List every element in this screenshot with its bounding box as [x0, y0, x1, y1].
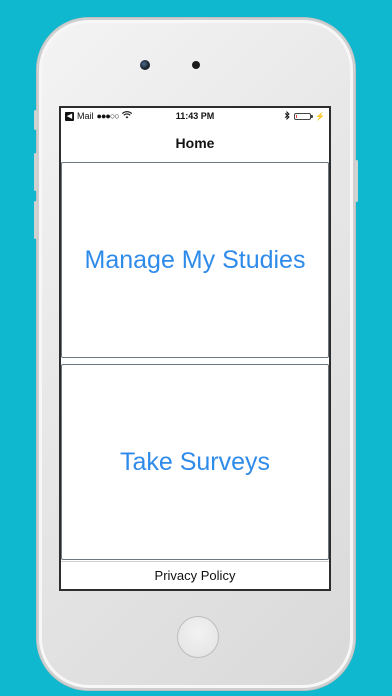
navigation-bar: Home: [61, 124, 329, 163]
status-right: ⚡: [284, 110, 325, 122]
take-surveys-label: Take Surveys: [119, 447, 271, 476]
sensor-dot: [192, 61, 200, 69]
bluetooth-icon: [284, 110, 290, 122]
battery-cap: [311, 115, 314, 118]
footer-bar: Privacy Policy: [61, 561, 329, 589]
phone-frame: ◀ Mail ●●●○○ 11:43 PM ⚡ Home Manage My S…: [34, 18, 358, 690]
volume-up-button: [34, 153, 37, 191]
mute-switch: [34, 110, 37, 130]
take-surveys-button[interactable]: Take Surveys: [61, 364, 329, 560]
manage-my-studies-label: Manage My Studies: [84, 245, 306, 274]
battery-level: [296, 115, 298, 118]
home-button[interactable]: [177, 616, 219, 658]
page-title: Home: [175, 135, 215, 151]
phone-screen: ◀ Mail ●●●○○ 11:43 PM ⚡ Home Manage My S…: [59, 106, 331, 591]
volume-down-button: [34, 201, 37, 239]
power-button: [355, 160, 358, 202]
status-bar: ◀ Mail ●●●○○ 11:43 PM ⚡: [61, 108, 329, 124]
front-camera-icon: [140, 60, 150, 70]
battery-icon: [294, 113, 314, 120]
manage-my-studies-button[interactable]: Manage My Studies: [61, 162, 329, 358]
charging-bolt-icon: ⚡: [315, 112, 325, 121]
app-store-backdrop: ◀ Mail ●●●○○ 11:43 PM ⚡ Home Manage My S…: [0, 0, 392, 696]
privacy-policy-link[interactable]: Privacy Policy: [155, 568, 236, 583]
